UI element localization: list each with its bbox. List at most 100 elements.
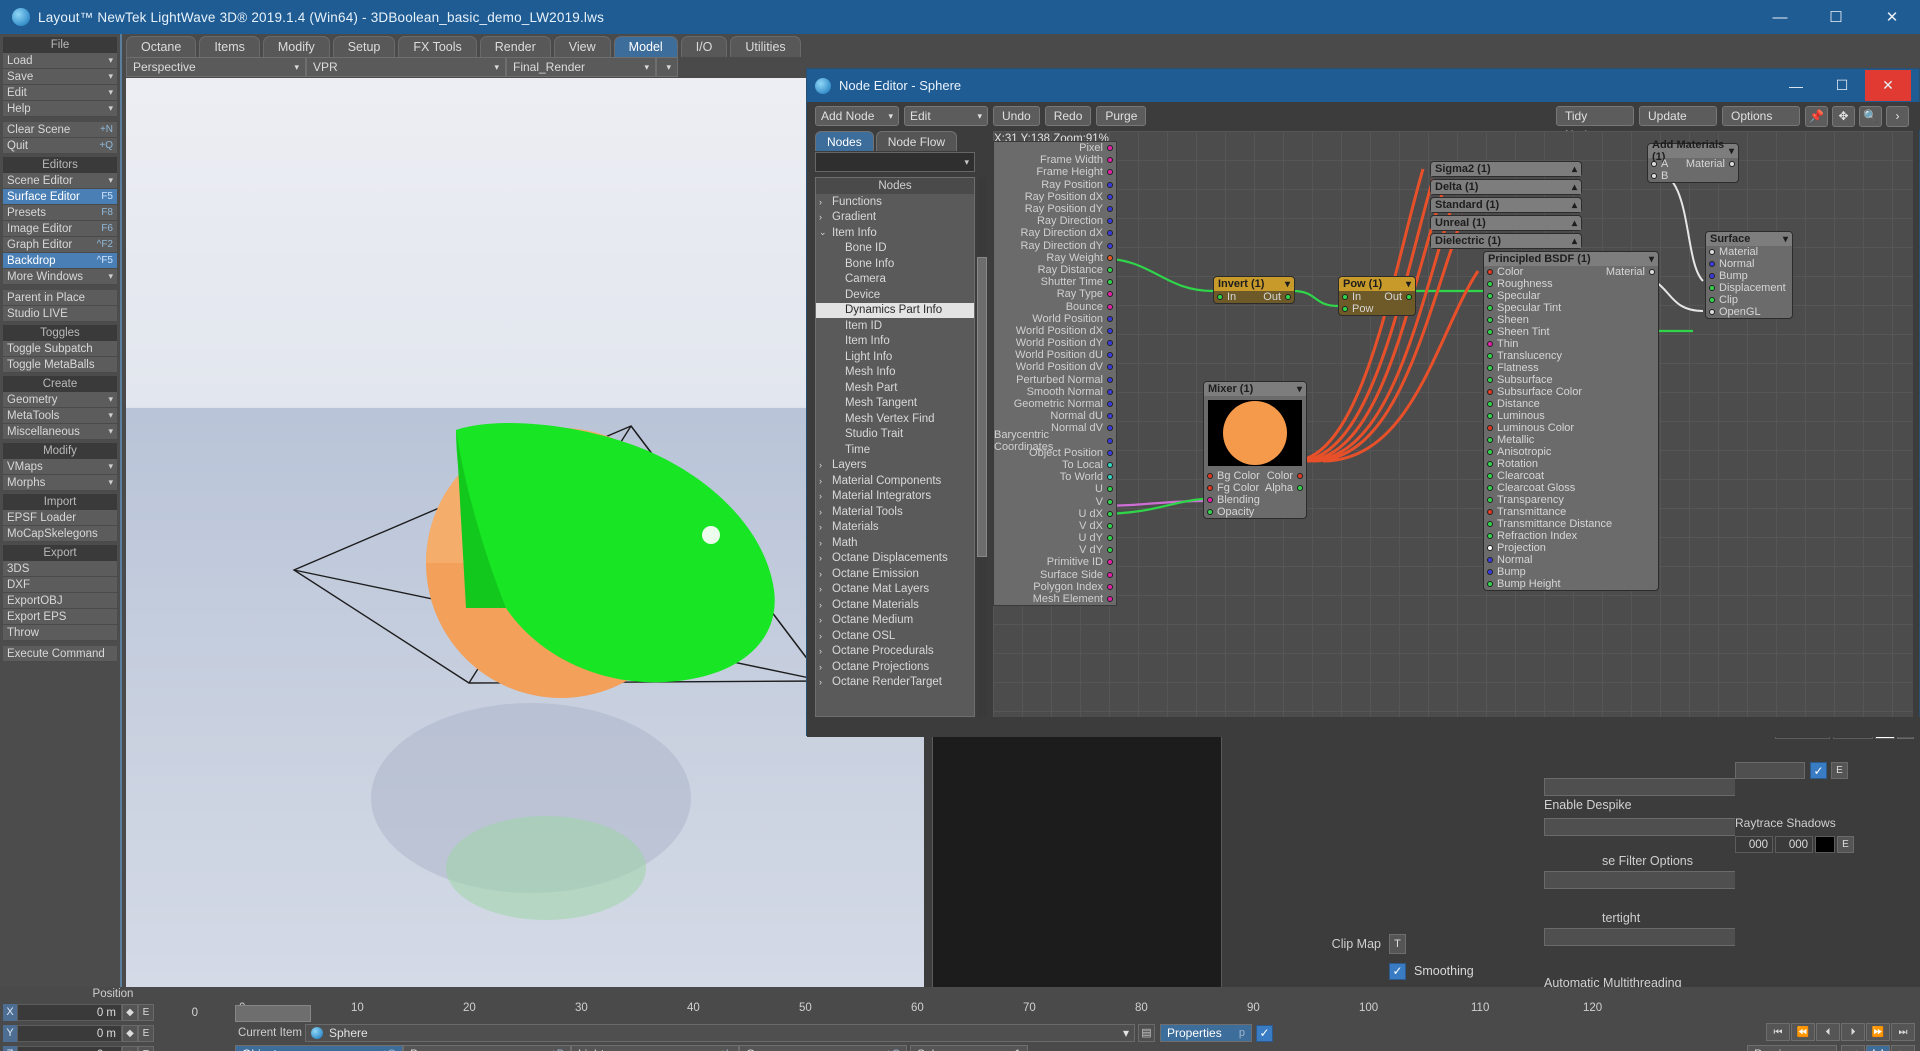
viewport-render-dropdown[interactable]: Final_Render ▾ — [506, 57, 656, 77]
invert-node[interactable]: Invert (1) ▾ In Out — [1213, 276, 1295, 304]
3d-viewport[interactable] — [126, 78, 924, 987]
viewport-mode-dropdown[interactable]: VPR ▾ — [306, 57, 506, 77]
output-port-row[interactable]: Smooth Normal — [994, 386, 1116, 398]
output-port-icon[interactable] — [1107, 547, 1113, 554]
sidebar-item-parent-in-place[interactable]: Parent in Place — [3, 290, 117, 306]
output-port-row[interactable]: Barycentric Coordinates — [994, 429, 1116, 453]
input-port-icon[interactable] — [1651, 161, 1657, 167]
expander-icon[interactable]: › — [819, 538, 832, 548]
output-port-row[interactable]: V — [994, 495, 1116, 508]
principled-port-row[interactable]: Bump Height — [1484, 578, 1658, 590]
output-port-icon[interactable] — [1107, 218, 1113, 225]
output-port-icon[interactable] — [1107, 596, 1113, 603]
output-port-row[interactable]: Mesh Element — [994, 593, 1116, 605]
input-port-icon[interactable] — [1487, 401, 1493, 407]
despike-field[interactable] — [1544, 778, 1754, 796]
sidebar-item-clear-scene[interactable]: Clear Scene +N — [3, 122, 117, 138]
input-port-icon[interactable] — [1487, 485, 1493, 491]
timeline-slider-handle[interactable] — [235, 1005, 311, 1022]
surface-port-row[interactable]: Displacement — [1706, 282, 1792, 294]
nodes-e-button[interactable]: E — [1831, 762, 1848, 779]
output-port-icon[interactable] — [1107, 303, 1113, 310]
expander-icon[interactable]: › — [819, 197, 832, 207]
input-port-icon[interactable] — [1487, 281, 1493, 287]
options-button[interactable]: Options — [1722, 106, 1800, 126]
principled-port-row[interactable]: Transparency — [1484, 494, 1658, 506]
principled-port-row[interactable]: Subsurface Color — [1484, 386, 1658, 398]
input-port-icon[interactable] — [1487, 425, 1493, 431]
collapsed-node-header[interactable]: Unreal (1) ▴ — [1431, 216, 1581, 230]
current-item-dropdown[interactable]: Sphere ▾ — [305, 1024, 1135, 1042]
sidebar-item-save[interactable]: Save ▾ — [3, 69, 117, 85]
output-port-icon[interactable] — [1107, 352, 1113, 359]
object-tab-cameras[interactable]: Cameras+C — [739, 1045, 907, 1051]
object-tab-bones[interactable]: Bones+B — [403, 1045, 571, 1051]
node-editor-tab-node-flow[interactable]: Node Flow — [875, 131, 958, 151]
collapsed-node-unreal-1-[interactable]: Unreal (1) ▴ — [1430, 215, 1582, 231]
properties-checkbox[interactable]: ✓ — [1256, 1024, 1273, 1042]
pow-header[interactable]: Pow (1) ▾ — [1339, 277, 1415, 291]
input-port-icon[interactable] — [1487, 461, 1493, 467]
principled-port-row[interactable]: Color Material — [1484, 266, 1658, 278]
surface-node-header[interactable]: Surface ▾ — [1706, 232, 1792, 246]
input-port-icon[interactable] — [1207, 473, 1213, 479]
input-port-icon[interactable] — [1487, 389, 1493, 395]
input-port-icon[interactable] — [1487, 449, 1493, 455]
sidebar-item-toggle-metaballs[interactable]: Toggle MetaBalls — [3, 357, 117, 373]
pause-button[interactable]: ❙❙ — [1866, 1045, 1890, 1051]
menu-tab-fx-tools[interactable]: FX Tools — [398, 36, 477, 57]
mixer-row-bg[interactable]: Bg Color Color — [1204, 470, 1306, 482]
expander-icon[interactable]: › — [819, 646, 832, 656]
output-port-row[interactable]: Frame Height — [994, 166, 1116, 178]
input-port-icon[interactable] — [1709, 285, 1715, 291]
axis-stepper-icon[interactable]: ◆ — [122, 1004, 138, 1021]
sidebar-item-backdrop[interactable]: Backdrop ^F5 — [3, 253, 117, 269]
add-materials-row-a[interactable]: A Material — [1648, 158, 1738, 170]
play-button[interactable]: ▶ — [1891, 1045, 1915, 1051]
node-library-scrollbar[interactable] — [977, 177, 987, 717]
output-port-row[interactable]: World Position — [994, 313, 1116, 325]
expander-icon[interactable]: › — [819, 600, 832, 610]
node-library-item[interactable]: › Octane Mat Layers — [816, 582, 974, 598]
principled-port-row[interactable]: Specular Tint — [1484, 302, 1658, 314]
dynamics-part-info-node[interactable]: Pixel Frame Width Frame Height Ray Position… — [993, 141, 1117, 607]
principled-port-row[interactable]: Clearcoat Gloss — [1484, 482, 1658, 494]
output-port-row[interactable]: Bounce — [994, 300, 1116, 313]
principled-port-row[interactable]: Anisotropic — [1484, 446, 1658, 458]
collapsed-node-sigma2-1-[interactable]: Sigma2 (1) ▴ — [1430, 161, 1582, 177]
input-port-icon[interactable] — [1487, 377, 1493, 383]
output-port-icon[interactable] — [1107, 157, 1113, 164]
principled-port-row[interactable]: Thin — [1484, 338, 1658, 350]
pow-row-in[interactable]: In Out — [1339, 291, 1415, 303]
principled-port-row[interactable]: Rotation — [1484, 458, 1658, 470]
output-port-icon[interactable] — [1107, 181, 1113, 188]
node-editor-tab-nodes[interactable]: Nodes — [815, 131, 874, 151]
expander-icon[interactable]: › — [819, 476, 832, 486]
output-port-icon[interactable] — [1107, 206, 1113, 213]
output-port-row[interactable]: World Position dX — [994, 325, 1116, 337]
output-port-icon[interactable] — [1107, 315, 1113, 322]
preview-dropdown[interactable]: Preview ▾ — [1747, 1045, 1837, 1051]
output-port-row[interactable]: To World — [994, 471, 1116, 483]
sidebar-item-quit[interactable]: Quit +Q — [3, 138, 117, 154]
input-port-icon[interactable] — [1487, 341, 1493, 347]
output-port-row[interactable]: Primitive ID — [994, 556, 1116, 568]
output-port-icon[interactable] — [1107, 449, 1113, 456]
node-library-item[interactable]: Light Info — [816, 349, 974, 365]
axis-value-input[interactable]: 0 m — [17, 1004, 122, 1021]
expander-icon[interactable]: › — [819, 615, 832, 625]
input-port-icon[interactable] — [1207, 485, 1213, 491]
node-search-input[interactable]: ▾ — [815, 152, 975, 172]
clip-map-t-button[interactable]: T — [1389, 934, 1406, 954]
mixer-header[interactable]: Mixer (1) ▾ — [1204, 382, 1306, 396]
shadow-value-2[interactable]: 000 — [1775, 836, 1813, 853]
shadow-value-1[interactable]: 000 — [1735, 836, 1773, 853]
output-port-icon[interactable] — [1107, 388, 1113, 395]
input-port-icon[interactable] — [1487, 509, 1493, 515]
sidebar-item-help[interactable]: Help ▾ — [3, 101, 117, 117]
node-editor-maximize-button[interactable]: ☐ — [1819, 70, 1865, 101]
node-library-item[interactable]: Bone ID — [816, 241, 974, 257]
output-port-icon[interactable] — [1107, 193, 1113, 200]
play-reverse-button[interactable]: ◀ — [1841, 1045, 1865, 1051]
output-port-icon[interactable] — [1107, 474, 1113, 481]
